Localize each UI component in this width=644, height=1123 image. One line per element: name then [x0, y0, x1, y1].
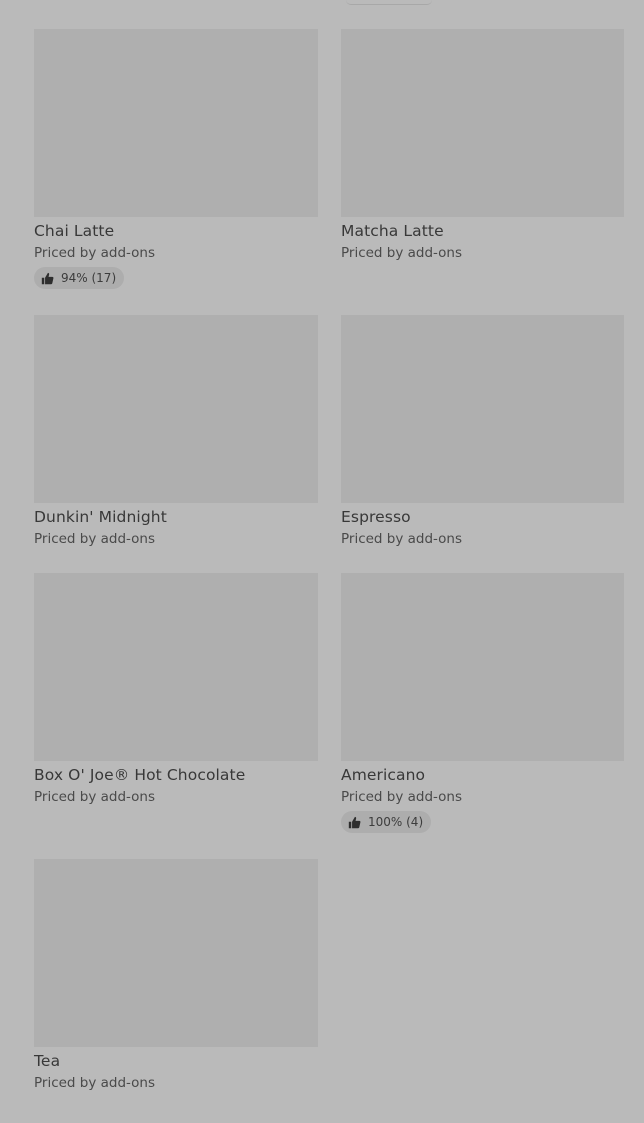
menu-item-card[interactable]: Chai Latte Priced by add-ons 94% (17)	[34, 29, 318, 289]
item-name: Dunkin' Midnight	[34, 508, 167, 526]
item-price: Priced by add-ons	[341, 245, 463, 261]
item-price: Priced by add-ons	[341, 531, 463, 547]
menu-item-card[interactable]: Dunkin' Midnight Priced by add-ons	[34, 315, 318, 547]
rating-badge: 100% (4)	[341, 811, 432, 833]
item-name: Box O' Joe® Hot Chocolate	[34, 766, 246, 784]
item-price: Priced by add-ons	[34, 531, 156, 547]
item-image[interactable]	[34, 573, 318, 761]
item-image[interactable]	[34, 29, 318, 217]
menu-item-card[interactable]: Tea Priced by add-ons	[34, 859, 318, 1091]
item-price: Priced by add-ons	[34, 245, 156, 261]
item-image[interactable]	[34, 859, 318, 1047]
item-name: Matcha Latte	[341, 222, 444, 240]
item-name: Americano	[341, 766, 426, 784]
item-price: Priced by add-ons	[34, 789, 156, 805]
item-image[interactable]	[341, 315, 624, 503]
rating-text: 94% (17)	[61, 271, 117, 285]
menu-item-card[interactable]: Americano Priced by add-ons 100% (4)	[341, 573, 624, 833]
menu-item-card[interactable]: Box O' Joe® Hot Chocolate Priced by add-…	[34, 573, 318, 805]
item-image[interactable]	[341, 573, 624, 761]
rating-badge: 94% (17)	[34, 267, 125, 289]
rating-text: 100% (4)	[368, 815, 424, 829]
item-image[interactable]	[341, 29, 624, 217]
menu-grid: Chai Latte Priced by add-ons 94% (17) Ma…	[0, 0, 644, 1123]
item-price: Priced by add-ons	[34, 1075, 156, 1091]
thumbs-up-icon	[41, 272, 54, 284]
menu-item-card[interactable]: Matcha Latte Priced by add-ons	[341, 29, 624, 261]
item-image[interactable]	[34, 315, 318, 503]
thumbs-up-icon	[348, 816, 361, 828]
item-price: Priced by add-ons	[341, 789, 463, 805]
item-name: Espresso	[341, 508, 411, 526]
item-name: Chai Latte	[34, 222, 115, 240]
cutoff-badge-previous-item	[346, 0, 432, 5]
item-name: Tea	[34, 1052, 61, 1070]
menu-item-card[interactable]: Espresso Priced by add-ons	[341, 315, 624, 547]
